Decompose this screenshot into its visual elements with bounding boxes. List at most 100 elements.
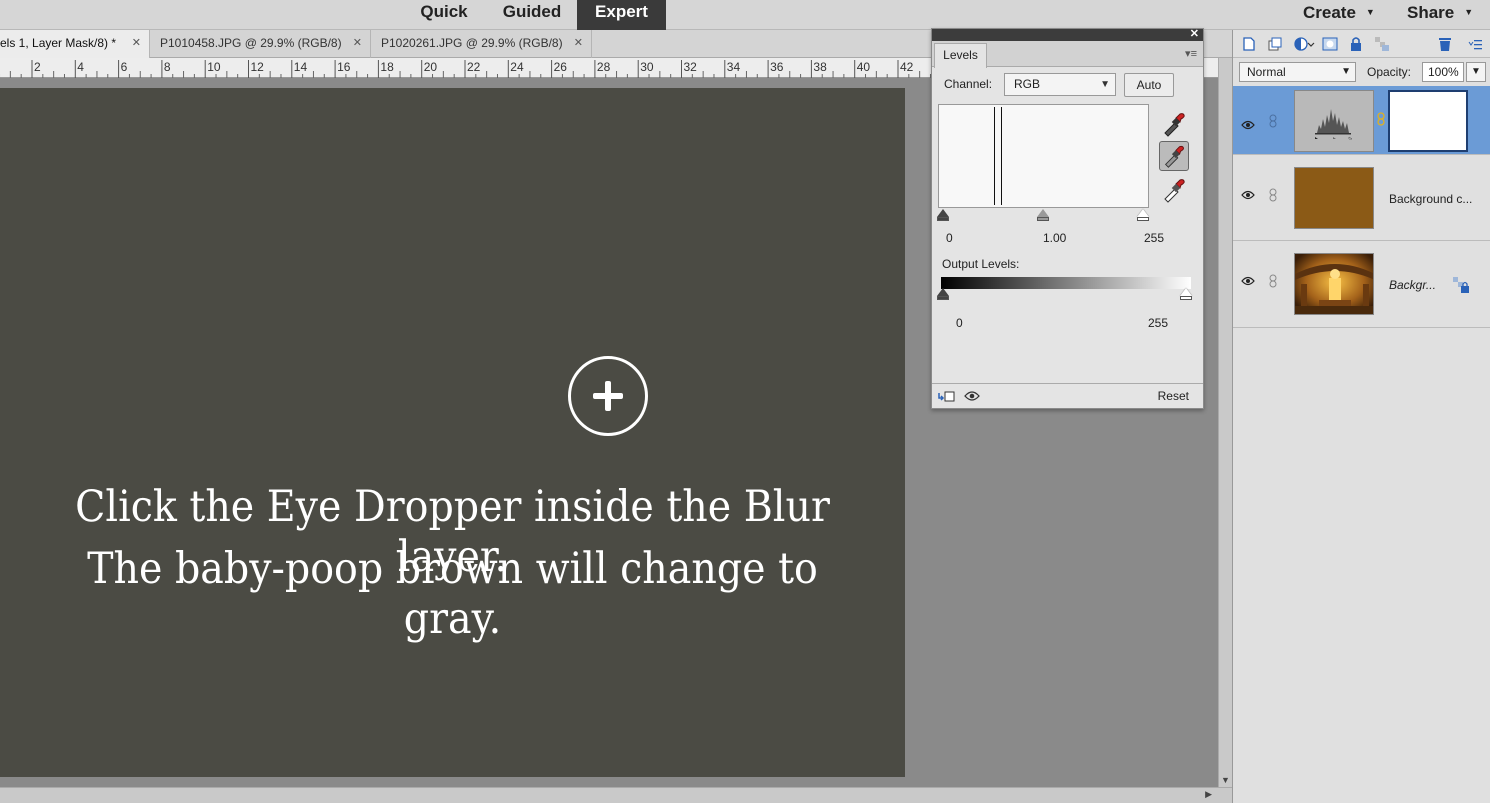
histogram-line <box>994 107 995 205</box>
close-icon[interactable]: ✕ <box>353 30 362 57</box>
levels-adjustment-thumbnail <box>1294 90 1374 152</box>
doc-tab-layer-mask[interactable]: els 1, Layer Mask/8) * ✕ <box>0 30 150 58</box>
ruler-label: 26 <box>554 60 568 74</box>
ruler-label: 22 <box>467 60 481 74</box>
opacity-input[interactable]: 100% <box>1422 62 1464 82</box>
eye-icon[interactable] <box>1241 276 1255 286</box>
vertical-scrollbar[interactable]: ▼ <box>1218 58 1232 787</box>
mode-tab-guided[interactable]: Guided <box>490 0 574 30</box>
chevron-down-icon: ▼ <box>1464 7 1474 17</box>
opacity-label: Opacity: <box>1367 65 1412 79</box>
levels-tab-row: Levels ▾≡ <box>932 41 1203 68</box>
white-point-dropper-icon[interactable] <box>1159 175 1189 205</box>
delete-layer-icon[interactable] <box>1437 36 1453 52</box>
chain-link-icon <box>1269 114 1277 128</box>
histogram-line <box>1001 107 1002 205</box>
close-icon[interactable]: ✕ <box>132 30 141 57</box>
ruler-label: 10 <box>207 60 221 74</box>
input-white-slider[interactable] <box>1137 209 1149 217</box>
ruler-label: 12 <box>251 60 265 74</box>
output-white-value: 255 <box>1148 316 1169 330</box>
layer-row-background-color[interactable]: Background c... <box>1233 156 1490 241</box>
auto-button[interactable]: Auto <box>1124 73 1174 97</box>
new-group-icon[interactable] <box>1267 36 1283 52</box>
ruler-label: 2 <box>34 60 41 74</box>
layer-row-levels[interactable] <box>1233 86 1490 155</box>
ruler-label: 18 <box>380 60 394 74</box>
new-layer-icon[interactable] <box>1241 36 1257 52</box>
input-gamma-slider-base <box>1037 217 1049 221</box>
horizontal-scrollbar[interactable]: ▶ <box>0 787 1232 803</box>
layer-row-background[interactable]: Backgr... <box>1233 242 1490 328</box>
input-white-value: 255 <box>1144 231 1165 245</box>
output-black-slider[interactable] <box>937 288 949 296</box>
clip-to-layer-icon[interactable] <box>937 389 955 406</box>
input-black-value: 0 <box>946 231 953 245</box>
output-black-value: 0 <box>956 316 963 330</box>
mode-tab-quick[interactable]: Quick <box>405 0 483 30</box>
levels-titlebar[interactable]: ✕ <box>932 27 1203 41</box>
reset-button[interactable]: Reset <box>1158 389 1189 403</box>
ruler-label: 4 <box>77 60 84 74</box>
input-gamma-slider[interactable] <box>1037 209 1049 217</box>
levels-panel: ✕ Levels ▾≡ Channel: RGB ▼ Auto 0 1.00 2… <box>931 28 1204 409</box>
gray-point-dropper-icon[interactable] <box>1159 141 1189 171</box>
lock-transparency-icon[interactable] <box>1374 36 1390 52</box>
input-black-slider[interactable] <box>937 209 949 217</box>
chevron-down-icon: ▼ <box>1365 7 1375 17</box>
mode-bar: Quick Guided Expert Create ▼ Share ▼ <box>0 0 1490 30</box>
adjustment-layer-icon[interactable] <box>1293 36 1315 52</box>
doc-tab-p1020261[interactable]: P1020261.JPG @ 29.9% (RGB/8) ✕ <box>371 30 592 58</box>
doc-tab-label: P1020261.JPG @ 29.9% (RGB/8) <box>381 36 563 50</box>
close-icon[interactable]: ✕ <box>1190 27 1199 40</box>
doc-tab-label: P1010458.JPG @ 29.9% (RGB/8) <box>160 36 342 50</box>
mode-tab-expert[interactable]: Expert <box>577 0 666 30</box>
opacity-dropdown[interactable]: ▼ <box>1466 62 1486 82</box>
ruler-label: 34 <box>727 60 741 74</box>
black-point-dropper-icon[interactable] <box>1159 109 1189 139</box>
background-image-thumbnail <box>1294 253 1374 315</box>
levels-histogram <box>938 104 1149 208</box>
scroll-down-icon[interactable]: ▼ <box>1221 775 1230 785</box>
chain-link-icon <box>1269 274 1277 288</box>
ruler-label: 36 <box>770 60 784 74</box>
blend-mode-select[interactable]: Normal ▼ <box>1239 62 1356 82</box>
eye-icon[interactable] <box>1241 190 1255 200</box>
ruler-label: 8 <box>164 60 171 74</box>
caption-line-2: The baby-poop brown will change to gray. <box>87 544 818 644</box>
document-canvas[interactable]: Click the Eye Dropper inside the Blur la… <box>0 88 905 777</box>
output-white-slider[interactable] <box>1180 288 1192 296</box>
chain-link-icon <box>1269 188 1277 202</box>
channel-select[interactable]: RGB ▼ <box>1004 73 1116 96</box>
lock-all-icon[interactable] <box>1348 36 1364 52</box>
create-menu[interactable]: Create ▼ <box>1303 0 1375 24</box>
eye-icon[interactable] <box>1241 120 1255 130</box>
channel-value: RGB <box>1014 77 1041 91</box>
input-gamma-value: 1.00 <box>1043 231 1067 245</box>
ruler-label: 30 <box>640 60 654 74</box>
panel-menu-icon[interactable] <box>1467 36 1483 52</box>
layers-panel: Normal ▼ Opacity: 100% ▼ Background c... <box>1232 30 1490 803</box>
ruler-label: 16 <box>337 60 351 74</box>
mask-link-icon[interactable] <box>1377 112 1385 126</box>
ruler-label: 6 <box>121 60 128 74</box>
doc-tab-p1010458[interactable]: P1010458.JPG @ 29.9% (RGB/8) ✕ <box>150 30 371 58</box>
share-label: Share <box>1407 3 1455 22</box>
layers-toolbar <box>1233 30 1490 58</box>
share-menu[interactable]: Share ▼ <box>1407 0 1473 24</box>
blend-mode-value: Normal <box>1247 65 1286 79</box>
layer-name: Background c... <box>1389 192 1473 206</box>
panel-menu-icon[interactable]: ▾≡ <box>1185 47 1197 60</box>
tab-levels[interactable]: Levels <box>934 43 987 68</box>
chevron-down-icon: ▼ <box>1100 79 1110 90</box>
ruler-label: 42 <box>900 60 914 74</box>
layer-mask-thumbnail[interactable] <box>1388 90 1468 152</box>
scroll-right-icon[interactable]: ▶ <box>1205 789 1212 800</box>
output-levels-label: Output Levels: <box>942 257 1020 271</box>
close-icon[interactable]: ✕ <box>574 30 583 57</box>
eye-icon[interactable] <box>964 390 980 405</box>
layer-mask-icon[interactable] <box>1322 36 1338 52</box>
chevron-down-icon: ▼ <box>1471 66 1481 77</box>
lock-icon[interactable] <box>1452 276 1470 294</box>
create-label: Create <box>1303 3 1356 22</box>
